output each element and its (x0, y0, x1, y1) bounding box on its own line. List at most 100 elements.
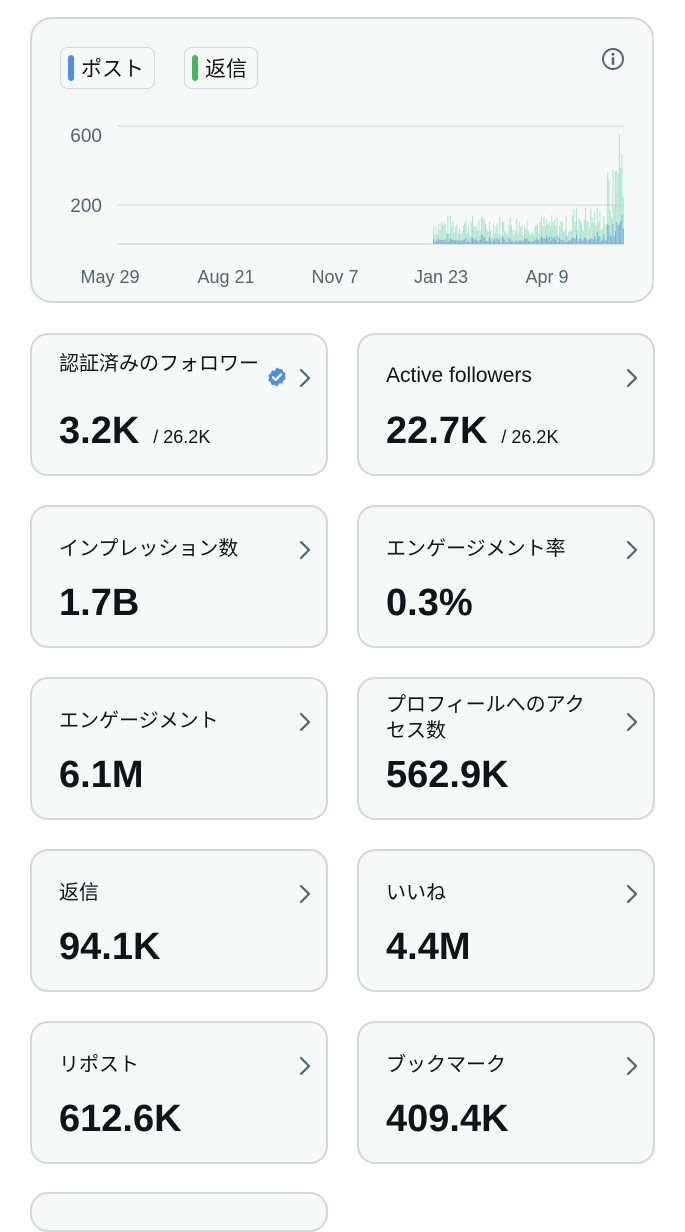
bar-posts (603, 234, 605, 244)
bar-posts (444, 239, 446, 244)
chevron-right-icon (626, 368, 638, 388)
bar-posts (499, 238, 501, 244)
card-label: エンゲージメント (59, 708, 219, 732)
bar-posts (585, 237, 587, 244)
bar-posts (566, 242, 568, 244)
bar-posts (527, 240, 529, 244)
bar-posts (552, 238, 554, 244)
bar-posts (539, 238, 541, 244)
bar-posts (436, 240, 438, 244)
bar-posts (520, 241, 522, 244)
bar-posts (447, 234, 449, 244)
bar-posts (618, 224, 620, 244)
y-tick-label-600: 600 (70, 126, 102, 147)
bar-posts (503, 236, 505, 244)
chevron-right-icon (626, 540, 638, 560)
card-replies[interactable]: 返信 94.1K (30, 849, 328, 992)
card-impressions[interactable]: インプレッション数 1.7B (30, 505, 328, 648)
card-value: 562.9K (386, 754, 509, 796)
verified-badge-icon (268, 367, 286, 387)
bar-posts (590, 238, 592, 244)
bar-posts (474, 238, 476, 244)
chevron-right-icon (626, 712, 638, 732)
x-tick-label-jan23: Jan 23 (414, 267, 468, 287)
bar-posts (461, 239, 463, 244)
card-total: / 26.2K (153, 427, 211, 447)
card-label: 認証済みのフォロワー (59, 351, 259, 375)
card-label: いいね (386, 880, 446, 904)
bar-posts (596, 231, 598, 244)
bar-posts (465, 237, 467, 244)
bar-posts (500, 242, 502, 244)
bar-posts (433, 239, 434, 244)
bar-posts (561, 239, 563, 244)
bar-posts (570, 239, 572, 244)
bar-posts (462, 240, 464, 244)
card-label: インプレッション数 (59, 536, 239, 560)
card-active-followers[interactable]: Active followers 22.7K/ 26.2K (357, 333, 655, 476)
bar-posts (582, 239, 584, 244)
card-label: ブックマーク (386, 1052, 506, 1076)
bar-posts (587, 240, 589, 244)
card-engagements[interactable]: エンゲージメント 6.1M (30, 677, 328, 820)
bar-posts (542, 237, 544, 244)
bar-posts (525, 238, 527, 244)
bar-posts (440, 240, 442, 244)
card-bookmarks[interactable]: ブックマーク 409.4K (357, 1021, 655, 1164)
bar-posts (551, 236, 553, 244)
bar-posts (572, 237, 574, 244)
card-label: リポスト (59, 1052, 139, 1076)
card-profile-visits[interactable]: プロフィールへのアクセス数 562.9K (357, 677, 655, 820)
bar-posts (547, 237, 549, 244)
bar-posts (446, 242, 447, 244)
bar-posts (456, 239, 458, 244)
card-next-partial[interactable] (30, 1192, 328, 1232)
bar-posts (578, 238, 580, 244)
y-tick-label-200: 200 (70, 196, 102, 217)
bar-posts (442, 240, 444, 244)
card-reposts[interactable]: リポスト 612.6K (30, 1021, 328, 1164)
chevron-right-icon (626, 1056, 638, 1076)
bar-posts (483, 237, 485, 244)
card-value: 1.7B (59, 582, 140, 624)
card-label: 返信 (59, 880, 99, 904)
bar-posts (531, 241, 533, 244)
bar-posts (492, 239, 494, 244)
card-verified-followers[interactable]: 認証済みのフォロワー 3.2K/ 26.2K (30, 333, 328, 476)
bar-posts (564, 241, 566, 244)
bar-posts (472, 237, 473, 244)
bar-posts (488, 237, 490, 244)
card-likes[interactable]: いいね 4.4M (357, 849, 655, 992)
bar-posts (599, 236, 601, 244)
bar-posts (586, 239, 588, 244)
card-label: Active followers (386, 364, 532, 387)
card-label: エンゲージメント率 (386, 536, 566, 560)
bar-posts (622, 228, 624, 244)
bar-posts (544, 238, 546, 244)
card-engagement-rate[interactable]: エンゲージメント率 0.3% (357, 505, 655, 648)
activity-chart-card: ポスト 返信 600 200 May 29 Aug 21 Nov 7 Jan 2… (30, 17, 654, 303)
bar-posts (556, 236, 558, 244)
bar-posts (434, 241, 436, 244)
bar-posts (477, 241, 479, 244)
card-value: 4.4M (386, 926, 471, 968)
bar-posts (460, 240, 462, 244)
bar-posts (457, 240, 459, 244)
bar-posts (513, 241, 515, 244)
bar-posts (509, 239, 511, 244)
bar-posts (602, 239, 603, 244)
bar-posts (495, 238, 497, 244)
bar-posts (486, 240, 488, 244)
bar-posts (530, 242, 532, 244)
bar-posts (511, 241, 512, 244)
bar-posts (620, 221, 622, 244)
bar-posts (518, 240, 520, 244)
bar-posts (517, 242, 519, 244)
bar-posts (490, 239, 492, 244)
bar-posts (615, 231, 616, 244)
bar-posts (581, 240, 583, 244)
card-value: 94.1K (59, 926, 161, 968)
bar-posts (501, 237, 503, 244)
bar-posts (577, 241, 579, 244)
card-value: 22.7K/ 26.2K (386, 410, 559, 452)
